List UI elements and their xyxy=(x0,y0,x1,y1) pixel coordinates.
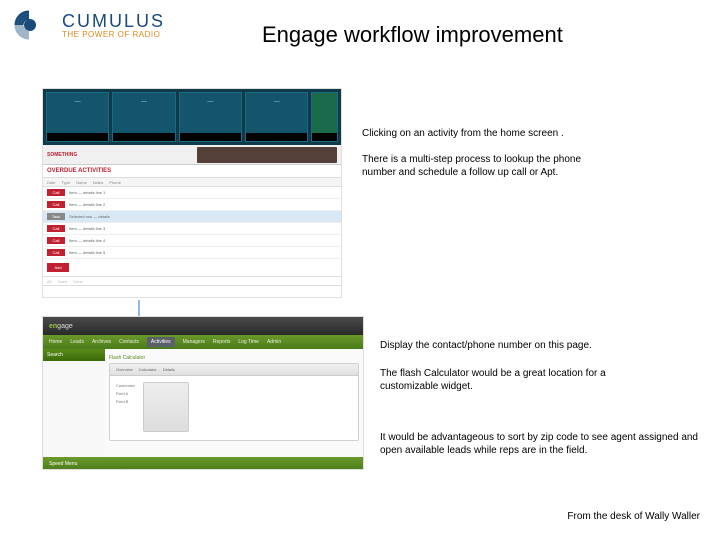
col-head: Date xyxy=(47,180,55,185)
section-label-a: SOMETHING xyxy=(47,152,77,158)
col-head: Notes xyxy=(93,180,103,185)
logo-tagline: THE POWER OF RADIO xyxy=(62,30,165,39)
col-head: Type xyxy=(61,180,70,185)
annotation-5: It would be advantageous to sort by zip … xyxy=(380,432,700,457)
sidebar-speed-menu: Speed Menu xyxy=(49,461,77,467)
logo-brand: CUMULUS xyxy=(62,11,165,32)
logo-mark xyxy=(14,10,56,40)
mini-panel xyxy=(197,147,337,163)
footer-credit: From the desk of Wally Waller xyxy=(567,511,700,522)
annotation-1: Clicking on an activity from the home sc… xyxy=(362,128,612,141)
annotation-2: There is a multi-step process to lookup … xyxy=(362,154,602,179)
page-title: Engage workflow improvement xyxy=(262,22,563,48)
col-head: Name xyxy=(76,180,87,185)
col-head: Phone xyxy=(109,180,121,185)
section-label-b: OVERDUE ACTIVITIES xyxy=(43,165,341,177)
card-title: Flash Calculator xyxy=(109,355,359,361)
annotation-4: The flash Calculator would be a great lo… xyxy=(380,368,660,393)
annotation-3: Display the contact/phone number on this… xyxy=(380,340,660,353)
dashboard-strip: — — — — xyxy=(43,89,341,145)
logo-text: CUMULUS THE POWER OF RADIO xyxy=(62,11,165,39)
calculator-widget xyxy=(143,382,189,432)
screenshot-home: — — — — SOMETHING OVERDUE ACTIVITIES Dat… xyxy=(42,88,342,298)
add-button: Add xyxy=(47,263,69,272)
screenshot-engage: engage Home Leads Archives Contacts Acti… xyxy=(42,316,364,470)
engage-logo: engage xyxy=(49,323,73,330)
sidebar-search: Search xyxy=(43,349,105,361)
engage-nav: Home Leads Archives Contacts Activities … xyxy=(43,335,363,349)
brand-header: CUMULUS THE POWER OF RADIO xyxy=(14,10,165,40)
